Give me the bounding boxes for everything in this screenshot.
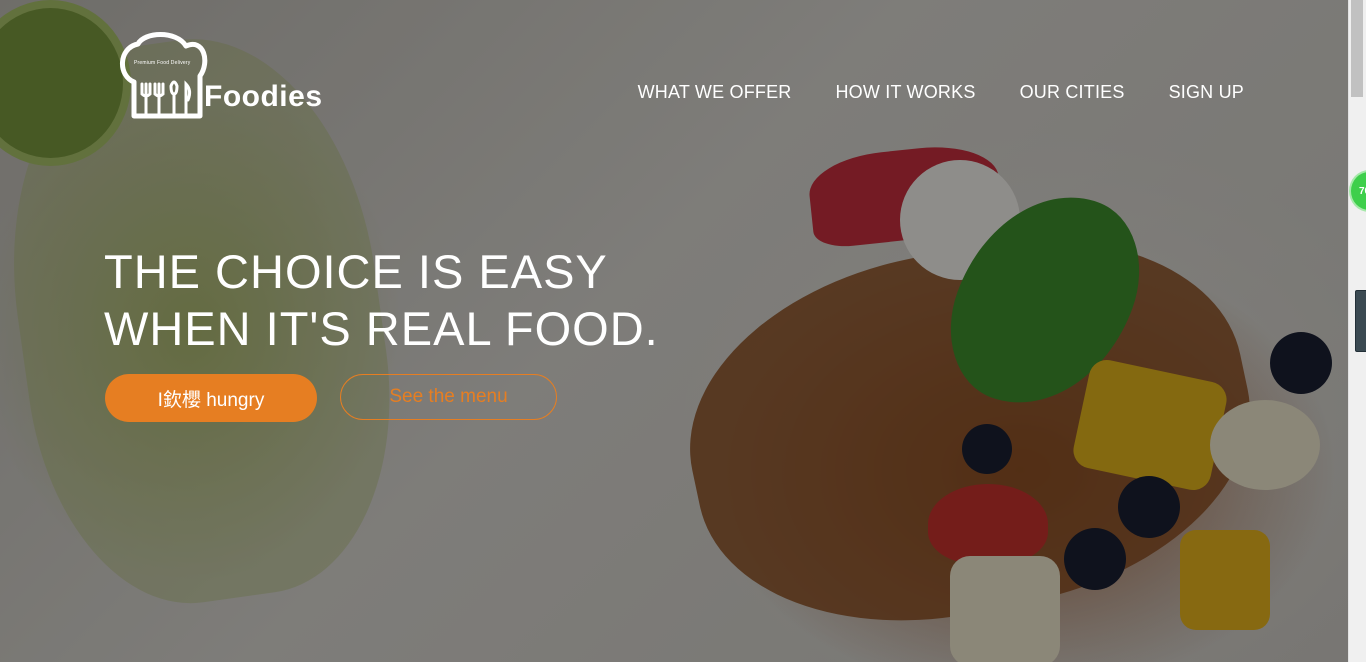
headline-line-2: WHEN IT'S REAL FOOD.: [104, 302, 659, 355]
nav-item-how-it-works[interactable]: HOW IT WORKS: [835, 82, 975, 103]
brand-tagline: Premium Food Delivery: [134, 60, 191, 66]
brand-name[interactable]: Foodies: [204, 80, 323, 114]
nav-item-sign-up[interactable]: SIGN UP: [1169, 82, 1244, 103]
im-hungry-button[interactable]: I欽櫻 hungry: [105, 374, 317, 422]
hero-headline: THE CHOICE IS EASY WHEN IT'S REAL FOOD.: [104, 243, 659, 357]
side-widget-handle[interactable]: [1355, 290, 1366, 352]
hero-section: Premium Food Delivery Foodies WHAT WE OF…: [0, 0, 1349, 662]
main-nav: WHAT WE OFFER HOW IT WORKS OUR CITIES SI…: [638, 82, 1244, 103]
scrollbar-thumb[interactable]: [1351, 0, 1363, 97]
see-menu-button[interactable]: See the menu: [340, 374, 557, 420]
headline-line-1: THE CHOICE IS EASY: [104, 245, 608, 298]
nav-item-what-we-offer[interactable]: WHAT WE OFFER: [638, 82, 792, 103]
nav-item-our-cities[interactable]: OUR CITIES: [1020, 82, 1125, 103]
